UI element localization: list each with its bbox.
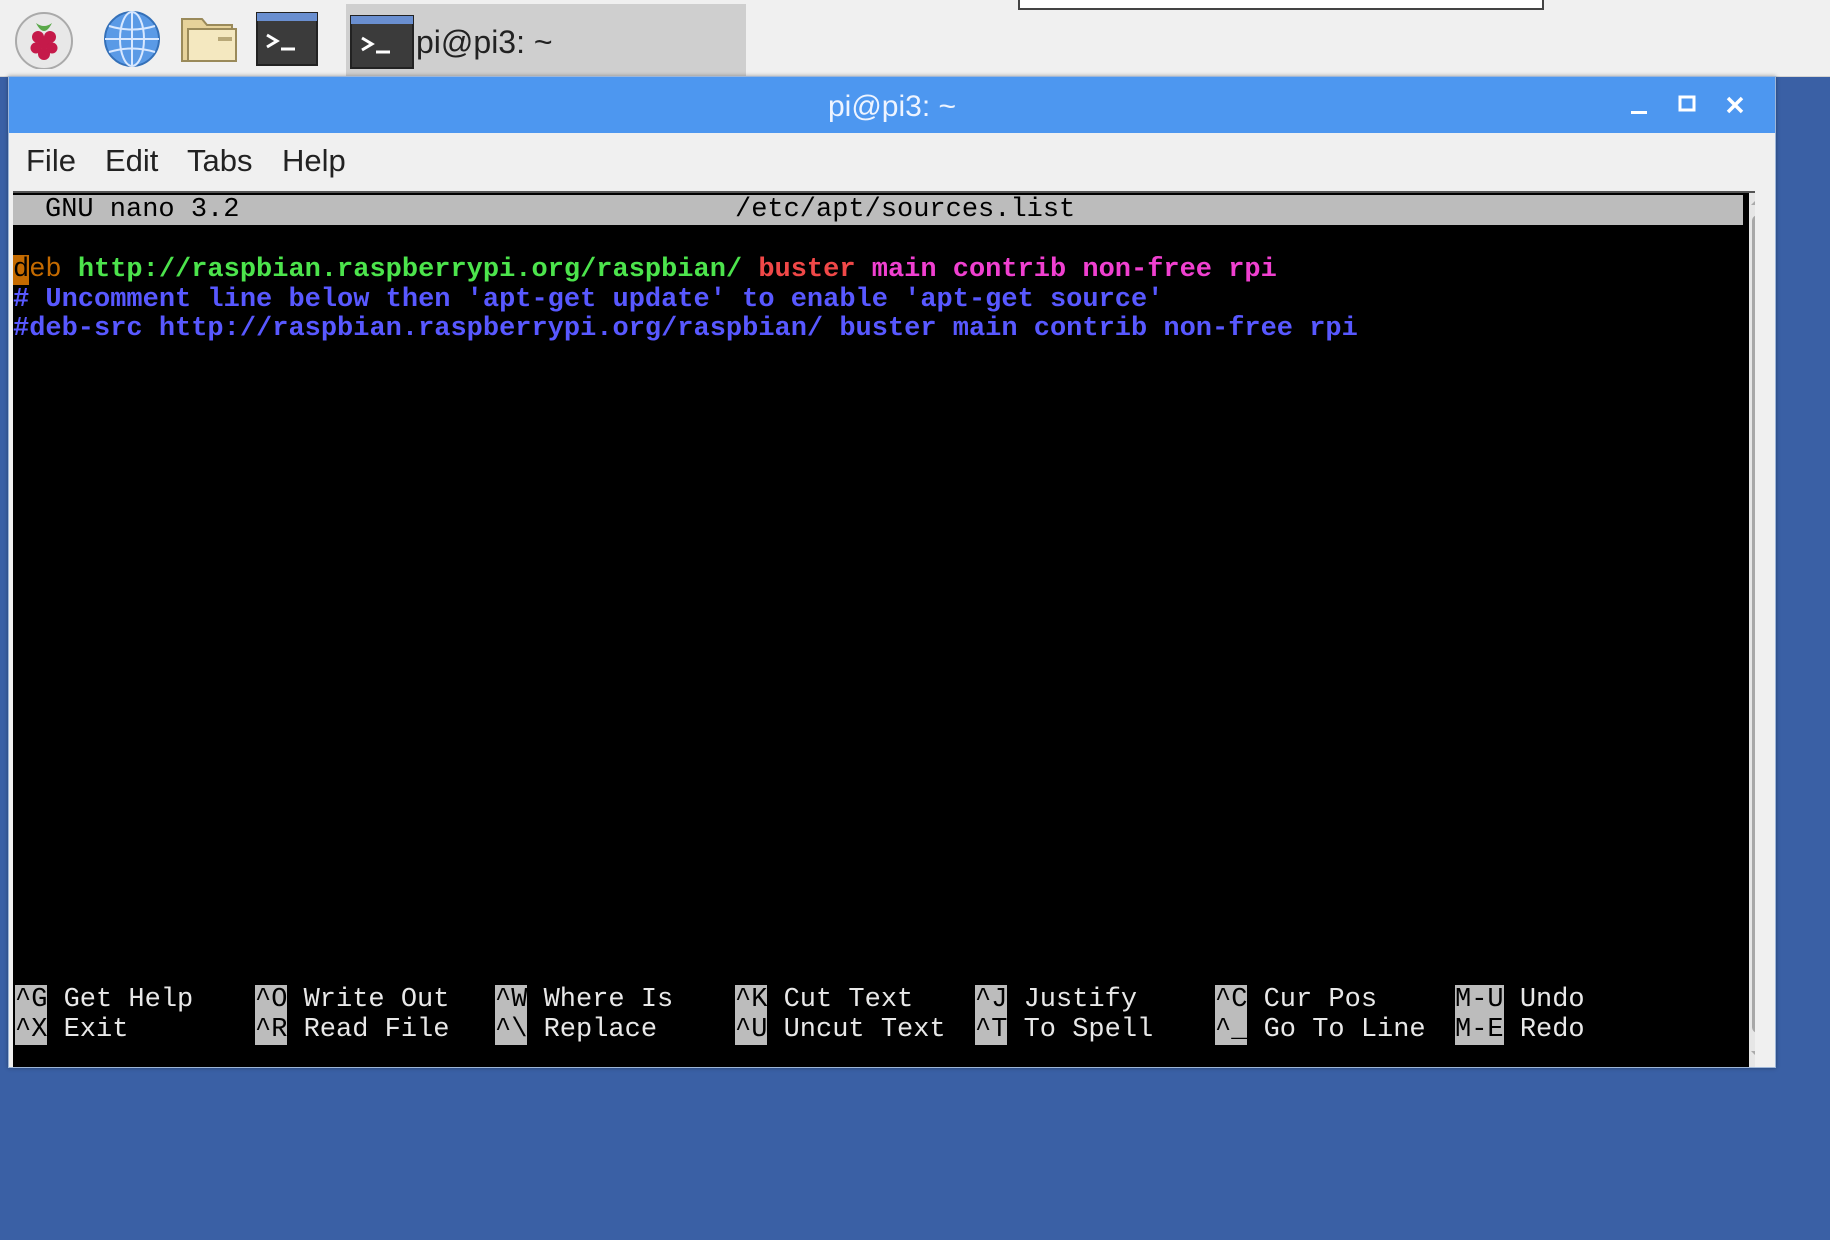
shortcut-item: ^X Exit <box>15 1015 128 1045</box>
shortcut-item: ^W Where Is <box>495 985 673 1015</box>
shortcut-label: Cut Text <box>783 985 914 1015</box>
terminal-window: pi@pi3: ~ File Edit Tabs Help GNU nano 3… <box>8 76 1776 1068</box>
line1-components: main contrib non-free rpi <box>871 255 1277 285</box>
minimize-icon[interactable] <box>1621 87 1657 123</box>
nano-filename: /etc/apt/sources.list <box>735 195 1076 225</box>
menu-tabs[interactable]: Tabs <box>187 143 252 179</box>
shortcut-label: Uncut Text <box>783 1015 946 1045</box>
shortcut-label: To Spell <box>1023 1015 1154 1045</box>
shortcut-label: Exit <box>63 1015 129 1045</box>
shortcut-item: ^T To Spell <box>975 1015 1153 1045</box>
editor-line-3[interactable]: #deb-src http://raspbian.raspberrypi.org… <box>13 314 1358 344</box>
text-cursor: d <box>13 255 30 285</box>
shortcut-item: ^O Write Out <box>255 985 449 1015</box>
raspberry-menu-icon[interactable] <box>12 9 76 69</box>
scrollbar-thumb[interactable] <box>1752 215 1755 1033</box>
shortcut-label: Cur Pos <box>1263 985 1378 1015</box>
line1-url: http://raspbian.raspberrypi.org/raspbian… <box>77 255 743 285</box>
shortcut-item: ^K Cut Text <box>735 985 913 1015</box>
line1-dist: buster <box>758 255 856 285</box>
shortcut-label: Justify <box>1023 985 1138 1015</box>
taskbar: pi@pi3: ~ <box>0 0 1830 77</box>
shortcut-key: M-U <box>1455 985 1504 1015</box>
shortcut-item: M-E Redo <box>1455 1015 1585 1045</box>
terminal-area[interactable]: GNU nano 3.2 /etc/apt/sources.list deb h… <box>13 191 1755 1067</box>
shortcut-label: Go To Line <box>1263 1015 1426 1045</box>
menubar: File Edit Tabs Help <box>9 133 1775 189</box>
shortcut-key: ^R <box>255 1015 288 1045</box>
shortcut-key: ^W <box>495 985 528 1015</box>
shortcut-key: ^T <box>975 1015 1008 1045</box>
web-browser-icon[interactable] <box>100 9 164 69</box>
shortcut-key: ^X <box>15 1015 48 1045</box>
nano-header-bar: GNU nano 3.2 /etc/apt/sources.list <box>13 195 1743 225</box>
shortcut-key: ^J <box>975 985 1008 1015</box>
taskbar-task-terminal[interactable]: pi@pi3: ~ <box>346 4 746 76</box>
taskbar-text-field[interactable] <box>1018 0 1544 10</box>
shortcut-item: ^G Get Help <box>15 985 193 1015</box>
taskbar-task-label: pi@pi3: ~ <box>416 24 553 60</box>
shortcut-item: ^R Read File <box>255 1015 449 1045</box>
shortcut-key: M-E <box>1455 1015 1504 1045</box>
line1-keyword: eb <box>29 255 62 285</box>
window-title: pi@pi3: ~ <box>827 90 957 123</box>
shortcut-key: ^\ <box>495 1015 528 1045</box>
shortcut-item: ^U Uncut Text <box>735 1015 946 1045</box>
editor-line-2[interactable]: # Uncomment line below then 'apt-get upd… <box>13 285 1163 315</box>
shortcut-item: ^J Justify <box>975 985 1137 1015</box>
file-manager-icon[interactable] <box>178 9 242 69</box>
terminal-scrollbar[interactable] <box>1749 193 1755 1067</box>
shortcut-key: ^K <box>735 985 768 1015</box>
shortcut-label: Redo <box>1519 1015 1585 1045</box>
scroll-down-arrow-icon[interactable] <box>1751 1051 1755 1059</box>
terminal-icon <box>350 15 414 69</box>
editor-line-1[interactable]: deb http://raspbian.raspberrypi.org/rasp… <box>13 255 1277 285</box>
shortcut-key: ^C <box>1215 985 1248 1015</box>
shortcut-item: ^_ Go To Line <box>1215 1015 1426 1045</box>
shortcut-label: Where Is <box>543 985 674 1015</box>
shortcut-label: Replace <box>543 1015 658 1045</box>
close-icon[interactable] <box>1717 87 1753 123</box>
shortcut-label: Read File <box>303 1015 450 1045</box>
menu-help[interactable]: Help <box>282 143 346 179</box>
shortcut-key: ^U <box>735 1015 768 1045</box>
shortcut-key: ^O <box>255 985 288 1015</box>
maximize-icon[interactable] <box>1669 87 1705 123</box>
window-titlebar[interactable]: pi@pi3: ~ <box>9 77 1775 133</box>
shortcut-key: ^G <box>15 985 48 1015</box>
nano-version: GNU nano 3.2 <box>45 195 240 225</box>
shortcut-key: ^_ <box>1215 1015 1248 1045</box>
shortcut-item: ^C Cur Pos <box>1215 985 1377 1015</box>
menu-edit[interactable]: Edit <box>105 143 158 179</box>
shortcut-label: Undo <box>1519 985 1585 1015</box>
shortcut-label: Get Help <box>63 985 194 1015</box>
shortcut-label: Write Out <box>303 985 450 1015</box>
shortcut-item: ^\ Replace <box>495 1015 657 1045</box>
scroll-up-arrow-icon[interactable] <box>1751 197 1755 205</box>
terminal-icon[interactable] <box>255 9 319 69</box>
menu-file[interactable]: File <box>26 143 76 179</box>
shortcut-item: M-U Undo <box>1455 985 1585 1015</box>
